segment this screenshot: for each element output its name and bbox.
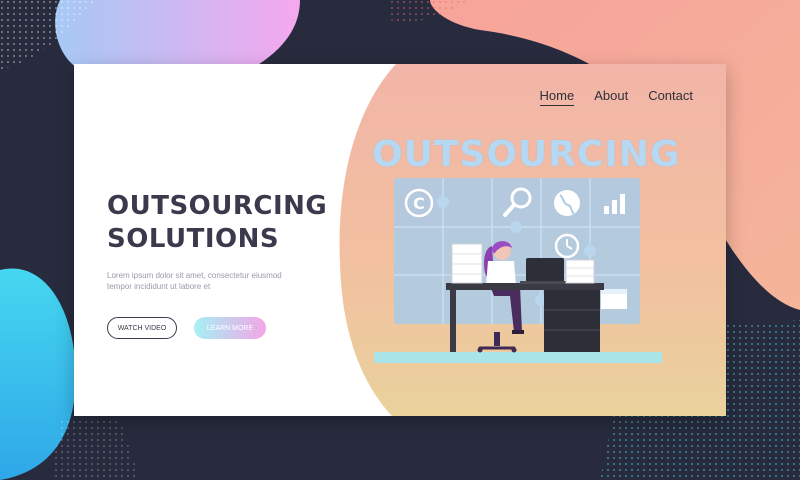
landing-page-card: Home About Contact OUTSOURCING SOLUTIONS… xyxy=(74,64,726,416)
globe-icon xyxy=(554,190,580,216)
office-illustration: C xyxy=(374,178,662,363)
calendar-icon xyxy=(601,289,627,309)
office-chair xyxy=(477,332,517,353)
floor-strip xyxy=(374,352,662,363)
paper-stack-right xyxy=(565,259,595,284)
paper-stack-left xyxy=(451,243,483,284)
laptop xyxy=(520,258,566,284)
svg-text:C: C xyxy=(413,194,425,213)
